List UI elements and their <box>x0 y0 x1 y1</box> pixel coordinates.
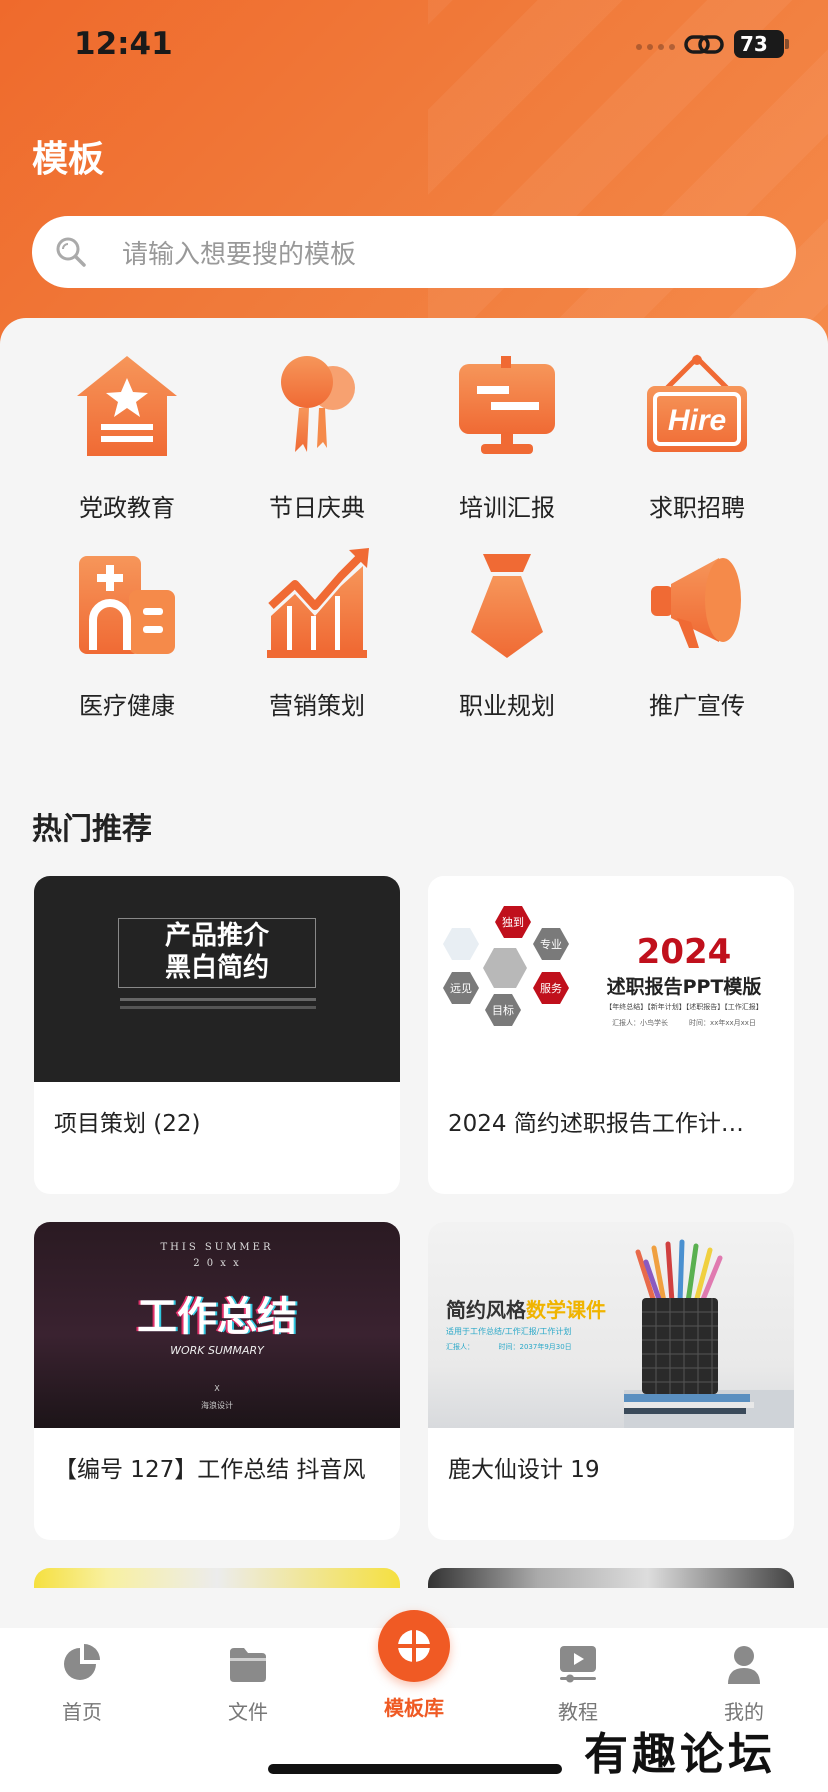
category-label: 节日庆典 <box>269 494 365 522</box>
watermark-text: 有趣论坛 <box>584 1729 776 1780</box>
presentation-board-icon <box>459 356 555 454</box>
category-label: 推广宣传 <box>649 692 745 720</box>
template-card-partial[interactable] <box>34 1568 400 1588</box>
thumb-title-a: 简约风格 <box>446 1298 526 1322</box>
page-title: 模板 <box>32 139 105 180</box>
video-tutorial-icon <box>560 1646 596 1683</box>
template-card[interactable]: 简约风格数学课件 适用于工作总结/工作汇报/工作计划 汇报人： 时间：2037年… <box>428 1222 794 1540</box>
thumb-title-b: 数学课件 <box>526 1298 606 1322</box>
thumb-title: 工作总结 <box>137 1294 297 1340</box>
content-panel: 党政教育 节日庆典 培训汇报 Hire 求职招聘 医疗健康 营销策划 职业规划 … <box>0 318 828 1628</box>
thumb-title: 述职报告PPT模版 <box>606 976 762 998</box>
tab-label: 首页 <box>62 1700 102 1724</box>
template-grid-icon <box>398 1630 430 1662</box>
balloon-ribbon-icon <box>281 356 355 452</box>
tab-files[interactable]: 文件 <box>188 1642 308 1725</box>
necktie-icon <box>471 554 543 658</box>
thumb-title-line-2: 黑白简约 <box>164 953 269 983</box>
hex-label: 目标 <box>492 1003 514 1017</box>
status-bar: 12:41 73 <box>0 0 828 90</box>
battery-indicator: 73 <box>734 30 789 58</box>
templates-fab-button[interactable] <box>378 1610 450 1682</box>
hex-label: 专业 <box>540 937 562 951</box>
thumb-meta: 汇报人： 时间：2037年9月30日 <box>446 1343 572 1351</box>
template-thumbnail: THIS SUMMER 2 0 x x 工作总结 WORK SUMMARY X … <box>34 1222 400 1428</box>
section-title-hot: 热门推荐 <box>32 812 152 847</box>
category-festival[interactable]: 节日庆典 <box>222 348 412 523</box>
tab-label: 文件 <box>228 1700 268 1724</box>
category-label: 营销策划 <box>269 692 365 720</box>
category-label: 培训汇报 <box>459 494 555 522</box>
template-caption: 【编号 127】工作总结 抖音风 <box>54 1457 366 1483</box>
home-indicator <box>268 1764 562 1774</box>
hire-sign-text: Hire <box>668 404 726 437</box>
thumb-brand: 海浪设计 <box>201 1401 233 1410</box>
tab-home[interactable]: 首页 <box>22 1642 142 1725</box>
signal-dots-icon <box>636 44 675 50</box>
hospital-icon <box>79 556 175 654</box>
tab-tutorials[interactable]: 教程 <box>518 1642 638 1725</box>
category-promotion[interactable]: 推广宣传 <box>602 546 792 721</box>
search-input[interactable]: 请输入想要搜的模板 <box>32 216 796 288</box>
category-career[interactable]: 职业规划 <box>412 546 602 721</box>
thumb-year: 2 0 x x <box>193 1258 241 1269</box>
party-building-icon <box>77 356 177 456</box>
category-training[interactable]: 培训汇报 <box>412 348 602 523</box>
thumb-title-line-1: 产品推介 <box>164 921 269 951</box>
thumb-subtitle: 【年终总结】【新年计划】【述职报告】【工作汇报】 <box>605 1003 763 1011</box>
tab-label: 模板库 <box>384 1696 444 1720</box>
thumb-subtitle: WORK SUMMARY <box>170 1344 264 1357</box>
category-marketing[interactable]: 营销策划 <box>222 546 412 721</box>
template-thumbnail: 简约风格数学课件 适用于工作总结/工作汇报/工作计划 汇报人： 时间：2037年… <box>428 1222 794 1428</box>
tab-mine[interactable]: 我的 <box>684 1642 804 1725</box>
template-caption: 2024 简约述职报告工作计… <box>448 1111 744 1137</box>
search-placeholder: 请输入想要搜的模板 <box>122 239 357 270</box>
pie-chart-icon <box>64 1644 100 1680</box>
category-label: 党政教育 <box>79 494 175 522</box>
template-caption: 鹿大仙设计 19 <box>448 1457 600 1483</box>
template-card[interactable]: 产品推介 黑白简约 项目策划 (22) <box>34 876 400 1194</box>
megaphone-icon <box>651 558 741 648</box>
thumb-subtitle: 适用于工作总结/工作汇报/工作计划 <box>446 1327 572 1336</box>
thumb-top-text: THIS SUMMER <box>160 1242 274 1253</box>
user-icon <box>728 1646 760 1684</box>
template-thumbnail: 产品推介 黑白简约 <box>34 876 400 1082</box>
category-medical[interactable]: 医疗健康 <box>32 546 222 721</box>
category-label: 求职招聘 <box>649 494 745 522</box>
template-card[interactable]: 独到 专业 远见 服务 目标 2024 述职报告PPT模版 【年终总结】【新年计… <box>428 876 794 1194</box>
hotspot-link-icon <box>684 35 724 54</box>
growth-chart-icon <box>267 548 369 658</box>
template-card-partial[interactable] <box>428 1568 794 1588</box>
pencil-cup-graphic <box>624 1239 794 1428</box>
template-thumbnail: 独到 专业 远见 服务 目标 2024 述职报告PPT模版 【年终总结】【新年计… <box>428 876 794 1082</box>
thumb-x: X <box>214 1384 220 1393</box>
template-card[interactable]: THIS SUMMER 2 0 x x 工作总结 WORK SUMMARY X … <box>34 1222 400 1540</box>
hire-sign-icon: Hire <box>647 354 747 452</box>
category-label: 职业规划 <box>459 692 555 720</box>
category-party-education[interactable]: 党政教育 <box>32 348 222 523</box>
category-label: 医疗健康 <box>79 692 175 720</box>
status-time: 12:41 <box>74 26 173 62</box>
hex-label: 服务 <box>540 982 562 995</box>
thumb-meta: 汇报人：小鸟学长 时间：xx年xx月xx日 <box>612 1019 756 1027</box>
search-icon <box>56 237 86 267</box>
folder-icon <box>230 1648 266 1682</box>
thumb-year: 2024 <box>636 932 732 972</box>
category-job-hiring[interactable]: Hire 求职招聘 <box>602 348 792 523</box>
template-caption: 项目策划 (22) <box>54 1111 201 1137</box>
hex-label: 远见 <box>450 982 472 995</box>
hex-label: 独到 <box>502 916 524 929</box>
